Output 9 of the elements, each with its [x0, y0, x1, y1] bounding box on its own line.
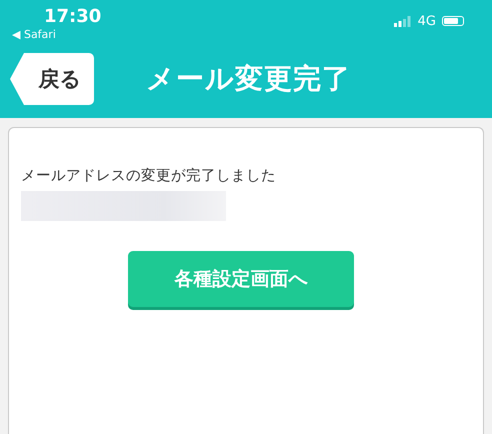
- battery-icon: [442, 16, 464, 26]
- back-button[interactable]: 戻る: [10, 53, 94, 105]
- signal-icon: [394, 16, 412, 26]
- status-time: 17:30: [44, 6, 102, 28]
- settings-button[interactable]: 各種設定画面へ: [128, 251, 354, 307]
- back-to-app-link[interactable]: ◀ Safari: [12, 28, 102, 42]
- completion-message: メールアドレスの変更が完了しました: [21, 166, 277, 185]
- page-title: メール変更完了: [146, 61, 351, 97]
- network-label: 4G: [418, 14, 436, 28]
